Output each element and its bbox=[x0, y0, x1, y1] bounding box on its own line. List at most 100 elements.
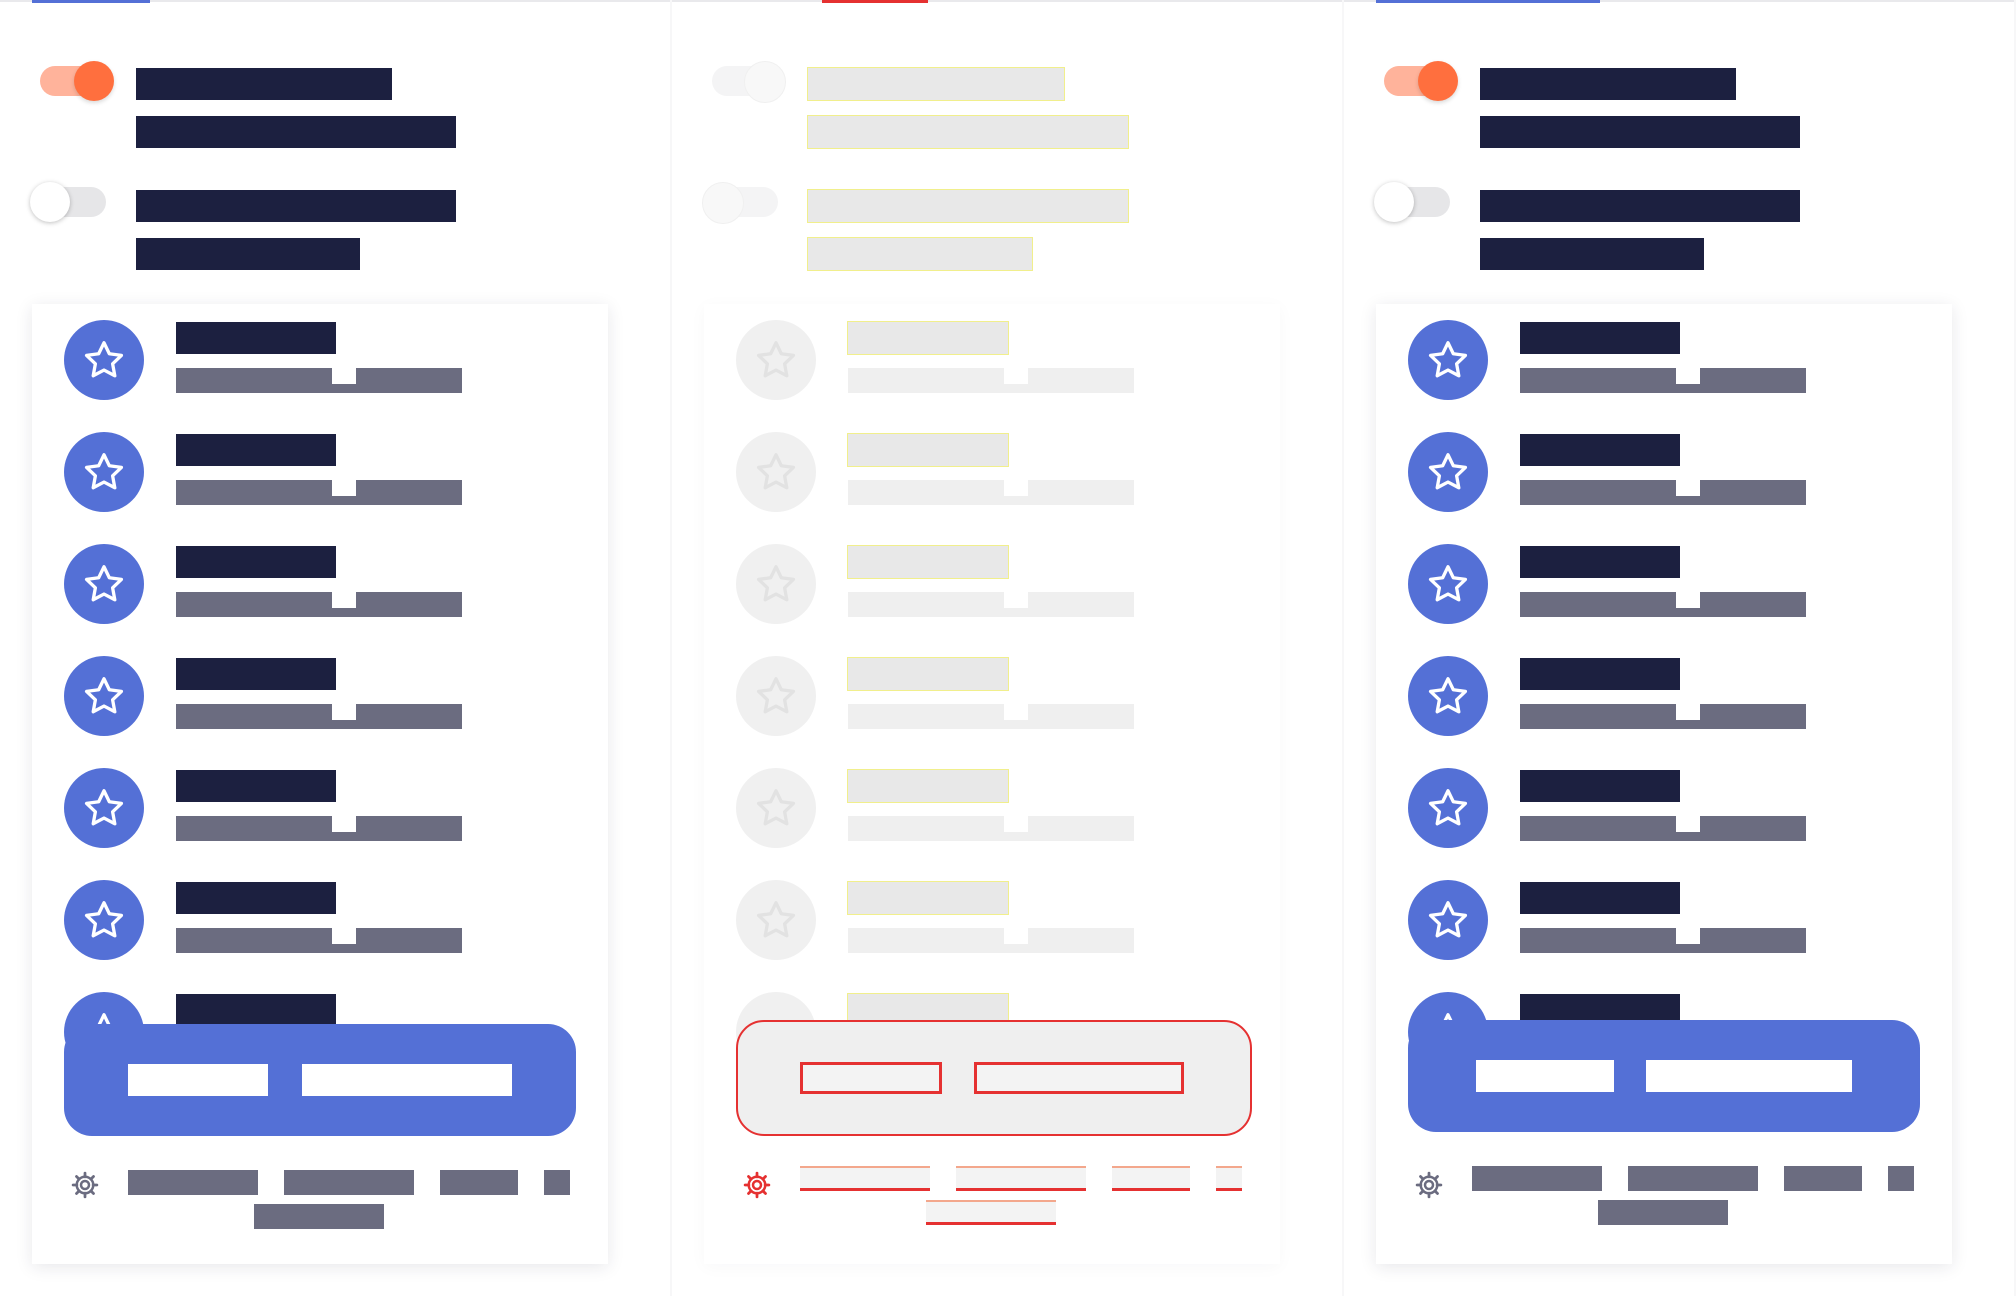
secondary-action-button[interactable] bbox=[1646, 1060, 1852, 1092]
list-item-title bbox=[848, 658, 1008, 690]
list-item-subtitle bbox=[1520, 592, 1806, 617]
list-item-title bbox=[848, 322, 1008, 354]
subtitle-gap bbox=[332, 480, 356, 496]
list-item-subtitle bbox=[848, 928, 1134, 953]
primary-action-button[interactable] bbox=[1476, 1060, 1614, 1092]
star-icon bbox=[1428, 901, 1468, 938]
star-icon-avatar bbox=[1408, 656, 1488, 736]
subtitle-gap bbox=[1676, 816, 1700, 832]
toggle-switch-2[interactable] bbox=[30, 182, 106, 222]
footer-link[interactable] bbox=[800, 1166, 930, 1191]
subtitle-gap bbox=[332, 704, 356, 720]
list-item-title bbox=[176, 434, 336, 466]
list-item-title bbox=[1520, 770, 1680, 802]
primary-action-button[interactable] bbox=[128, 1064, 268, 1096]
toggle-switch-1[interactable] bbox=[1384, 61, 1458, 101]
star-icon-avatar bbox=[736, 768, 816, 848]
gear-icon[interactable] bbox=[70, 1170, 100, 1200]
list-card bbox=[704, 304, 1280, 1264]
star-icon bbox=[1428, 677, 1468, 714]
gear-icon[interactable] bbox=[1414, 1170, 1444, 1200]
action-bar bbox=[64, 1024, 576, 1136]
star-icon-avatar bbox=[64, 432, 144, 512]
gear-icon[interactable] bbox=[742, 1170, 772, 1200]
star-icon-avatar bbox=[64, 320, 144, 400]
panel-divider bbox=[672, 0, 1342, 2]
star-icon bbox=[756, 565, 796, 602]
footer-link[interactable] bbox=[956, 1166, 1086, 1191]
subtitle-gap bbox=[1676, 704, 1700, 720]
setting-title-2 bbox=[808, 190, 1128, 222]
list-item-subtitle bbox=[1520, 928, 1806, 953]
star-icon-avatar bbox=[1408, 320, 1488, 400]
footer-link[interactable] bbox=[926, 1200, 1056, 1225]
footer-link[interactable] bbox=[1472, 1166, 1602, 1191]
toggle-knob bbox=[1374, 182, 1414, 222]
toggle-knob bbox=[74, 61, 114, 101]
settings-panel-3 bbox=[1344, 0, 2014, 1296]
subtitle-gap bbox=[1004, 816, 1028, 832]
primary-action-button[interactable] bbox=[800, 1062, 942, 1094]
star-icon-avatar bbox=[736, 880, 816, 960]
toggle-knob bbox=[1418, 61, 1458, 101]
toggle-switch-1[interactable] bbox=[712, 61, 786, 103]
subtitle-gap bbox=[1004, 592, 1028, 608]
footer-link[interactable] bbox=[1784, 1166, 1862, 1191]
subtitle-gap bbox=[332, 928, 356, 944]
list-item-title bbox=[1520, 882, 1680, 914]
footer-link[interactable] bbox=[1216, 1166, 1242, 1191]
footer-link[interactable] bbox=[1888, 1166, 1914, 1191]
toggle-switch-1[interactable] bbox=[40, 61, 114, 101]
star-icon-avatar bbox=[64, 544, 144, 624]
setting-description-2 bbox=[1480, 238, 1704, 270]
list-item-subtitle bbox=[848, 368, 1134, 393]
setting-title-1 bbox=[1480, 68, 1736, 100]
secondary-action-button[interactable] bbox=[974, 1062, 1184, 1094]
footer-link[interactable] bbox=[544, 1170, 570, 1195]
toggle-knob bbox=[744, 61, 786, 103]
list-item-title bbox=[1520, 658, 1680, 690]
list-item-title bbox=[176, 770, 336, 802]
list-item-title bbox=[848, 546, 1008, 578]
toggle-knob bbox=[702, 182, 744, 224]
star-icon bbox=[756, 789, 796, 826]
list-item-subtitle bbox=[176, 480, 462, 505]
star-icon bbox=[84, 453, 124, 490]
list-item-title bbox=[1520, 546, 1680, 578]
setting-description-2 bbox=[808, 238, 1032, 270]
list-item-title bbox=[848, 770, 1008, 802]
star-icon-avatar bbox=[64, 656, 144, 736]
footer-link[interactable] bbox=[254, 1204, 384, 1229]
footer-link[interactable] bbox=[128, 1170, 258, 1195]
setting-description-1 bbox=[136, 116, 456, 148]
toggle-switch-2[interactable] bbox=[702, 182, 778, 224]
subtitle-gap bbox=[1676, 480, 1700, 496]
subtitle-gap bbox=[1004, 704, 1028, 720]
footer-link[interactable] bbox=[284, 1170, 414, 1195]
tab-indicator bbox=[32, 0, 150, 3]
list-item-subtitle bbox=[1520, 704, 1806, 729]
footer-link[interactable] bbox=[1598, 1200, 1728, 1225]
star-icon-avatar bbox=[736, 544, 816, 624]
action-bar bbox=[1408, 1020, 1920, 1132]
star-icon-avatar bbox=[64, 880, 144, 960]
footer-link[interactable] bbox=[1112, 1166, 1190, 1191]
list-item-title bbox=[848, 882, 1008, 914]
subtitle-gap bbox=[332, 368, 356, 384]
toggle-switch-2[interactable] bbox=[1374, 182, 1450, 222]
footer-link[interactable] bbox=[440, 1170, 518, 1195]
setting-title-1 bbox=[136, 68, 392, 100]
list-item-title bbox=[176, 882, 336, 914]
list-item-title bbox=[176, 322, 336, 354]
footer-link[interactable] bbox=[1628, 1166, 1758, 1191]
star-icon-avatar bbox=[1408, 432, 1488, 512]
star-icon bbox=[756, 453, 796, 490]
settings-panel-2-skeleton bbox=[672, 0, 1342, 1296]
secondary-action-button[interactable] bbox=[302, 1064, 512, 1096]
star-icon bbox=[756, 677, 796, 714]
star-icon bbox=[84, 341, 124, 378]
subtitle-gap bbox=[332, 592, 356, 608]
list-item-subtitle bbox=[848, 816, 1134, 841]
star-icon bbox=[84, 789, 124, 826]
list-item-subtitle bbox=[848, 592, 1134, 617]
